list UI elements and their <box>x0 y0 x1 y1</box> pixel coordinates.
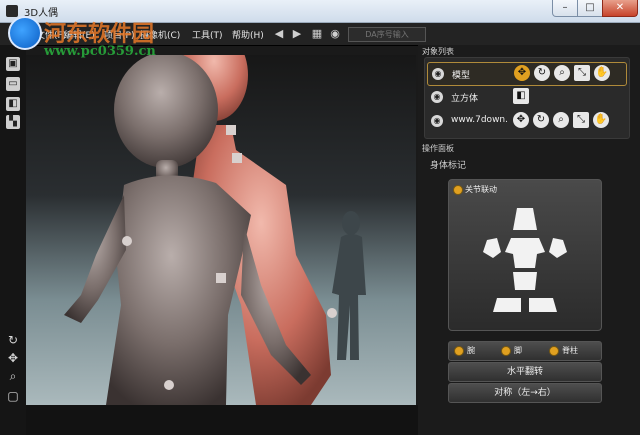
wrist-label: 腕 <box>467 346 475 355</box>
app-icon <box>6 5 18 17</box>
screenshot-icon[interactable]: ▢ <box>6 389 20 403</box>
scale-icon[interactable]: ⤡ <box>573 112 589 128</box>
da-number-input[interactable] <box>348 27 426 42</box>
menu-file[interactable]: 文件(F) <box>36 28 66 41</box>
cube-icon[interactable]: ▣ <box>6 57 20 71</box>
menu-edit[interactable]: 编辑(E) <box>64 28 95 41</box>
foot-label: 脚 <box>514 346 522 355</box>
joint-marker[interactable] <box>122 236 132 246</box>
left-toolbar: ▣ ▭ ◧ ▚ ↻ ✥ ⌕ ▢ <box>0 45 26 435</box>
move-icon[interactable]: ✥ <box>6 351 20 365</box>
object-row-model[interactable]: ◉ 模型 ✥ ↻ ⌕ ⤡ ✋ <box>427 62 627 86</box>
body-map <box>483 208 567 312</box>
eye-icon[interactable]: ◉ <box>431 115 443 127</box>
minimize-button[interactable]: – <box>552 0 578 17</box>
arrow-right-icon[interactable]: ▶ <box>290 27 304 40</box>
move-icon[interactable]: ✥ <box>513 112 529 128</box>
title-bar: 3D人偶 – □ ✕ <box>0 0 640 23</box>
symmetry-button[interactable]: 对称（左→右） <box>448 383 602 403</box>
box-icon[interactable]: ◧ <box>513 88 529 104</box>
torso-region[interactable] <box>505 238 545 268</box>
3d-viewport[interactable] <box>26 55 416 405</box>
box-icon[interactable]: ◧ <box>6 97 20 111</box>
right-foot-region[interactable] <box>529 298 557 312</box>
eye-icon[interactable]: ◉ <box>432 68 444 80</box>
rotate-icon[interactable]: ↻ <box>534 65 550 81</box>
object-row-cube[interactable]: ◉ 立方体 ◧ <box>427 86 625 108</box>
zoom-icon[interactable]: ⌕ <box>6 369 20 383</box>
joint-marker[interactable] <box>232 153 242 163</box>
object-name: 模型 <box>452 71 471 81</box>
object-row-www[interactable]: ◉ www.7down. ✥ ↻ ⌕ ⤡ ✋ <box>427 110 625 132</box>
hand-icon[interactable]: ✋ <box>593 112 609 128</box>
window-icon[interactable]: ▭ <box>6 77 20 91</box>
right-hand-region[interactable] <box>549 238 567 258</box>
object-tools: ✥ ↻ ⌕ ⤡ ✋ <box>514 65 622 83</box>
ops-panel-label: 操作面板 <box>422 144 454 153</box>
body-marker-panel: 关节联动 <box>448 179 602 331</box>
rotate-icon[interactable]: ↻ <box>6 333 20 347</box>
flip-horizontal-button[interactable]: 水平翻转 <box>448 362 602 382</box>
object-tools: ◧ <box>513 88 621 106</box>
clapper-icon[interactable]: ▦ <box>310 27 324 40</box>
joint-marker[interactable] <box>164 380 174 390</box>
right-panel: 对象列表 ◉ 模型 ✥ ↻ ⌕ ⤡ ✋ ◉ 立方体 ◧ ◉ www.7down.… <box>418 45 640 435</box>
zoom-icon[interactable]: ⌕ <box>553 112 569 128</box>
object-name: www.7down. <box>451 115 508 125</box>
body-marker-label: 身体标记 <box>430 161 467 171</box>
menu-help[interactable]: 帮助(H) <box>232 28 264 41</box>
eye-icon[interactable]: ◉ <box>431 91 443 103</box>
joint-marker[interactable] <box>327 308 337 318</box>
zoom-icon[interactable]: ⌕ <box>554 65 570 81</box>
menu-project[interactable]: 项目(P) <box>104 28 134 41</box>
spine-checkbox[interactable] <box>549 346 559 356</box>
multi-icon[interactable]: ▚ <box>6 115 20 129</box>
rotate-icon[interactable]: ↻ <box>533 112 549 128</box>
camera-icon[interactable]: ◉ <box>328 27 342 40</box>
arrow-left-icon[interactable]: ◀ <box>272 27 286 40</box>
maximize-button[interactable]: □ <box>577 0 603 17</box>
window-title: 3D人偶 <box>24 8 59 19</box>
object-name: 立方体 <box>451 94 479 104</box>
head-region[interactable] <box>513 208 537 230</box>
menu-camera[interactable]: 摄像机(C) <box>140 28 180 41</box>
spine-label: 脊柱 <box>562 346 578 355</box>
foot-checkbox[interactable] <box>501 346 511 356</box>
object-list: ◉ 模型 ✥ ↻ ⌕ ⤡ ✋ ◉ 立方体 ◧ ◉ www.7down. ✥ ↻ … <box>424 57 630 139</box>
close-button[interactable]: ✕ <box>602 0 638 17</box>
joint-marker[interactable] <box>226 125 236 135</box>
object-list-label: 对象列表 <box>422 47 454 56</box>
left-foot-region[interactable] <box>493 298 521 312</box>
joint-marker[interactable] <box>216 273 226 283</box>
status-bar <box>26 405 418 435</box>
object-tools: ✥ ↻ ⌕ ⤡ ✋ <box>513 112 621 130</box>
part-options: 腕 脚 脊柱 <box>448 341 602 361</box>
scale-icon[interactable]: ⤡ <box>574 65 590 81</box>
menu-bar: 文件(F) 编辑(E) 项目(P) 摄像机(C) 工具(T) 帮助(H) ◀ ▶… <box>0 23 640 46</box>
menu-tools[interactable]: 工具(T) <box>192 28 223 41</box>
left-hand-region[interactable] <box>483 238 501 258</box>
wrist-checkbox[interactable] <box>454 346 464 356</box>
silhouette-figure[interactable] <box>332 211 366 360</box>
move-icon[interactable]: ✥ <box>514 65 530 81</box>
scene-canvas[interactable] <box>26 55 416 405</box>
legs-region[interactable] <box>513 272 537 290</box>
hand-icon[interactable]: ✋ <box>594 65 610 81</box>
